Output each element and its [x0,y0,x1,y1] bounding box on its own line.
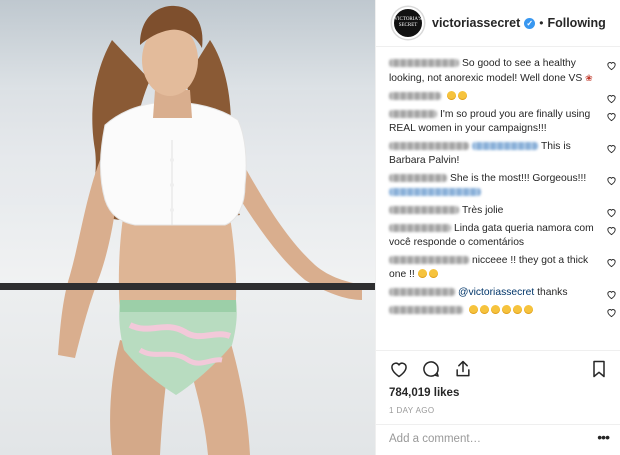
emoji-icon [428,269,438,278]
comment: @victoriassecret thanks [389,286,620,300]
comment: She is the most!!! Gorgeous!!! [389,172,620,200]
comment-like-heart-icon[interactable] [605,59,617,71]
username[interactable]: victoriassecret [432,16,520,30]
comment-like-heart-icon[interactable] [605,256,617,268]
add-comment-input[interactable] [389,433,589,445]
blurred-username [389,206,459,215]
comment [389,304,620,318]
photo-railing [0,283,375,290]
header-separator: • [539,16,544,30]
comment [389,90,620,104]
blurred-username [389,224,451,233]
comment: Très jolie [389,204,620,218]
blurred-username [389,59,459,68]
comment-text: thanks [537,287,568,298]
comment: I'm so proud you are finally using REAL … [389,108,620,136]
smiley-emoji-icon [523,305,533,314]
smiley-emoji-icon [457,91,467,100]
comment-like-heart-icon[interactable] [605,142,617,154]
emoji-icon [417,269,427,278]
comment: nicceee !! they got a thick one !! [389,254,620,282]
like-count[interactable]: 784,019 likes [389,387,459,399]
action-bar [376,355,620,383]
comment-text: Très jolie [462,205,504,216]
post-header: VICTORIA'S SECRET victoriassecret ✓ • Fo… [376,0,620,47]
model-figure [58,5,362,455]
comment: So good to see a healthy looking, not an… [389,57,620,86]
blurred-username [389,288,455,297]
comment-like-heart-icon[interactable] [605,174,617,186]
actions-divider [376,350,620,351]
following-button[interactable]: Following [547,16,605,30]
avatar[interactable]: VICTORIA'S SECRET [392,7,424,39]
blurred-mention [472,142,538,151]
post-sidebar: VICTORIA'S SECRET victoriassecret ✓ • Fo… [375,0,620,455]
heart-outline-icon[interactable] [389,359,409,379]
comment-like-heart-icon[interactable] [605,306,617,318]
smiley-emoji-icon [512,305,522,314]
more-options-icon[interactable]: ••• [597,429,610,445]
smiley-emoji-icon [468,305,478,314]
blurred-username [389,256,469,265]
blurred-username [389,110,437,119]
comment: Linda gata queria namora com você respon… [389,222,620,250]
comment: This is Barbara Palvin! [389,140,620,168]
comment-like-heart-icon[interactable] [605,92,617,104]
comment-mention[interactable]: @victoriassecret [458,287,534,298]
blurred-username [389,306,463,315]
share-icon[interactable] [453,359,473,379]
bookmark-icon[interactable] [589,359,609,379]
blurred-username [389,92,441,101]
add-comment-bar: ••• [376,424,620,455]
comment-list[interactable]: So good to see a healthy looking, not an… [376,57,620,345]
comment-like-heart-icon[interactable] [605,288,617,300]
avatar-text: VICTORIA'S SECRET [394,17,422,28]
comment-like-heart-icon[interactable] [605,224,617,236]
smiley-emoji-icon [479,305,489,314]
post-photo[interactable] [0,0,375,455]
comment-like-heart-icon[interactable] [605,110,617,122]
verified-badge-icon: ✓ [524,17,536,29]
blurred-username [389,142,469,151]
post-timestamp[interactable]: 1 DAY AGO [389,406,435,415]
rose-emoji-icon: ❀ [585,73,593,83]
speech-bubble-icon[interactable] [421,359,441,379]
smiley-emoji-icon [490,305,500,314]
smiley-emoji-icon [446,91,456,100]
comment-text: She is the most!!! Gorgeous!!! [450,173,587,184]
smiley-emoji-icon [501,305,511,314]
blurred-username [389,174,447,183]
instagram-post: VICTORIA'S SECRET victoriassecret ✓ • Fo… [0,0,620,455]
comment-like-heart-icon[interactable] [605,206,617,218]
blurred-mention [389,188,481,197]
